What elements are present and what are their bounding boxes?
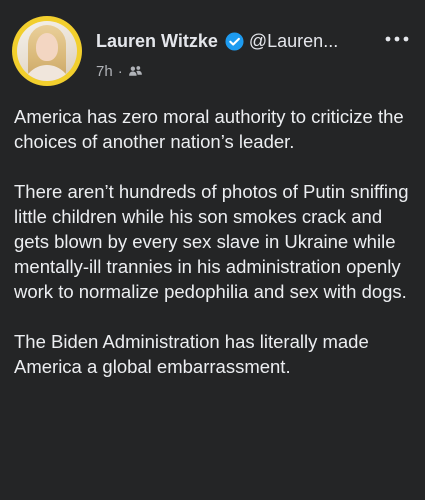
friends-audience-icon[interactable]: [128, 64, 143, 79]
post-body: America has zero moral authority to crit…: [14, 104, 414, 379]
post-timestamp[interactable]: 7h: [96, 63, 113, 80]
post-paragraph: The Biden Administration has literally m…: [14, 331, 369, 377]
profile-photo: [17, 21, 77, 81]
post-paragraph: There aren’t hundreds of photos of Putin…: [14, 181, 409, 302]
verified-badge-icon: [225, 31, 244, 51]
post-header: Lauren Witzke @Lauren... 7h ·: [12, 16, 415, 88]
post-paragraph: America has zero moral authority to crit…: [14, 106, 404, 152]
post-meta: 7h ·: [96, 60, 143, 82]
avatar[interactable]: [12, 16, 82, 86]
meta-separator: ·: [117, 62, 123, 80]
author-handle[interactable]: @Lauren...: [249, 31, 338, 52]
author-line: Lauren Witzke @Lauren...: [96, 28, 338, 54]
more-options-icon[interactable]: [383, 29, 411, 49]
post-card: Lauren Witzke @Lauren... 7h · America ha…: [0, 0, 425, 500]
author-name[interactable]: Lauren Witzke: [96, 31, 218, 52]
